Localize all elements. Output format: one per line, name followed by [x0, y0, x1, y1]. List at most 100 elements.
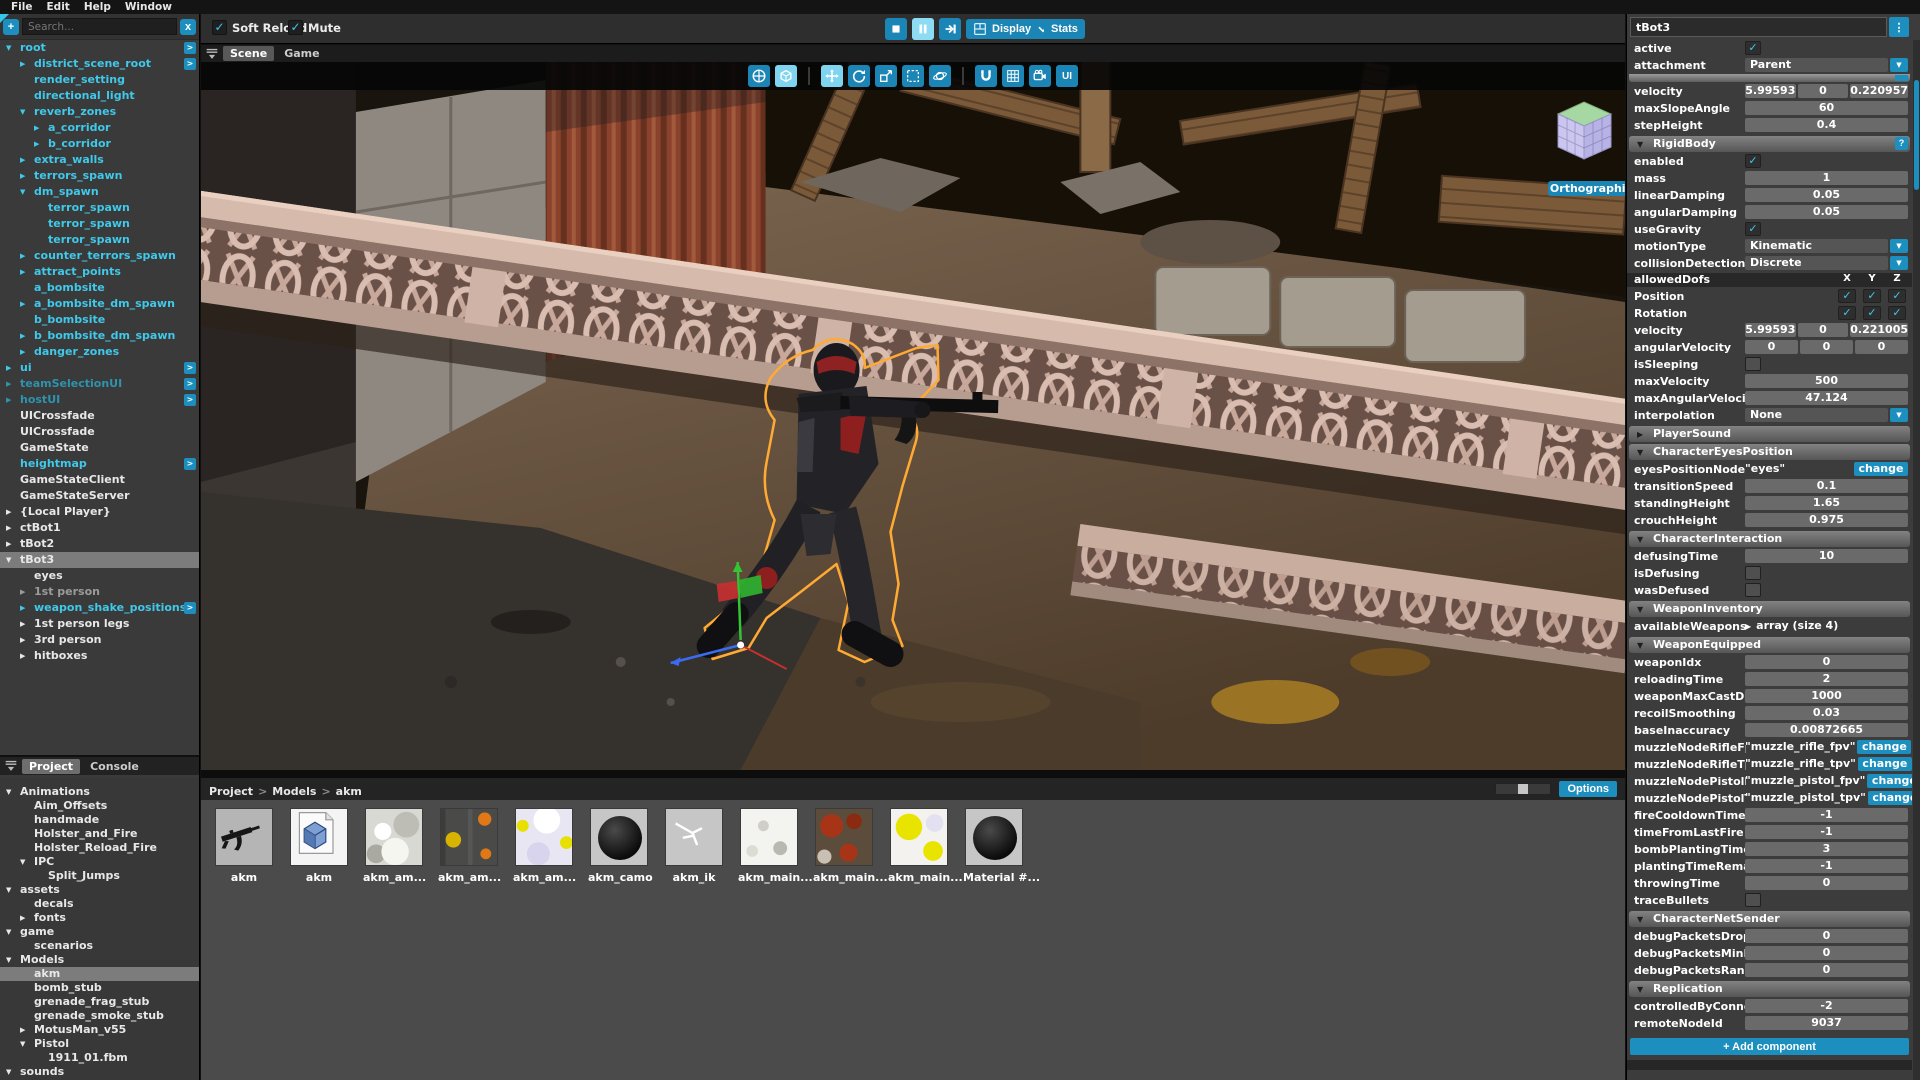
value-field[interactable]: -1	[1745, 825, 1908, 839]
asset-thumbnail[interactable]	[965, 808, 1023, 866]
vector-component-field[interactable]: 0	[1745, 340, 1798, 354]
scrolled-section-header[interactable]	[1629, 74, 1910, 82]
checkbox[interactable]: ✓	[1745, 154, 1761, 168]
menu-help[interactable]: Help	[77, 1, 118, 13]
tree-item-weapon-shake-positions[interactable]: ▶weapon_shake_positions>	[0, 600, 199, 616]
tree-item-root[interactable]: ▼root>	[0, 40, 199, 56]
expand-arrow-icon[interactable]: ▶	[34, 140, 46, 148]
tree-item-attract-points[interactable]: ▶attract_points	[0, 264, 199, 280]
tree-item-bomb-stub[interactable]: bomb_stub	[0, 981, 199, 995]
section-header-replication[interactable]: ▼Replication	[1629, 981, 1910, 997]
asset-thumbnail[interactable]	[290, 808, 348, 866]
expand-arrow-icon[interactable]: ▶	[20, 604, 32, 612]
tree-item-a-corridor[interactable]: ▶a_corridor	[0, 120, 199, 136]
tree-item-sounds[interactable]: ▼sounds	[0, 1065, 199, 1079]
tree-item-ctbot1[interactable]: ▶ctBot1	[0, 520, 199, 536]
axis-checkbox[interactable]: ✓	[1863, 306, 1881, 320]
section-header-characternetsender[interactable]: ▼CharacterNetSender	[1629, 911, 1910, 927]
step-forward-button[interactable]	[939, 18, 961, 40]
value-field[interactable]: 60	[1745, 101, 1908, 115]
add-component-button[interactable]: + Add component	[1630, 1038, 1909, 1055]
tree-item-uicrossfade[interactable]: UICrossfade	[0, 424, 199, 440]
array-value[interactable]: ▶array (size 4)	[1745, 619, 1908, 633]
link-badge[interactable]: >	[184, 602, 196, 614]
value-field[interactable]: 0.05	[1745, 205, 1908, 219]
slider-thumb[interactable]	[1518, 784, 1528, 794]
expand-arrow-icon[interactable]: ▶	[20, 252, 32, 260]
orbit-tool-button[interactable]	[929, 65, 951, 87]
tree-item-terror-spawn[interactable]: terror_spawn	[0, 216, 199, 232]
scale-tool-button[interactable]	[875, 65, 897, 87]
link-badge[interactable]: >	[184, 458, 196, 470]
tree-item-grenade-frag-stub[interactable]: grenade_frag_stub	[0, 995, 199, 1009]
value-field[interactable]: 0	[1745, 655, 1908, 669]
collapse-arrow-icon[interactable]: ▼	[6, 44, 18, 52]
tab-console[interactable]: Console	[83, 759, 146, 774]
grid-snap-button[interactable]	[1002, 65, 1024, 87]
change-button[interactable]: change	[1867, 774, 1912, 788]
expand-arrow-icon[interactable]: ▶	[6, 540, 18, 548]
breadcrumb-models[interactable]: Models	[272, 785, 316, 798]
local-space-button[interactable]	[775, 65, 797, 87]
dropdown-value[interactable]: Discrete	[1745, 256, 1888, 270]
asset-thumbnail[interactable]	[740, 808, 798, 866]
collapse-arrow-icon[interactable]: ▼	[20, 108, 32, 116]
tree-item-1st-person[interactable]: ▶1st person	[0, 584, 199, 600]
world-space-button[interactable]	[748, 65, 770, 87]
axis-checkbox[interactable]: ✓	[1838, 306, 1856, 320]
tree-item-animations[interactable]: ▼Animations	[0, 785, 199, 799]
menu-window[interactable]: Window	[118, 1, 179, 13]
menu-edit[interactable]: Edit	[40, 1, 77, 13]
scene-3d-view[interactable]	[201, 62, 1625, 770]
expand-arrow-icon[interactable]: ▶	[20, 300, 32, 308]
tree-item-a-bombsite[interactable]: a_bombsite	[0, 280, 199, 296]
value-field[interactable]: -1	[1745, 859, 1908, 873]
value-field[interactable]: 0.03	[1745, 706, 1908, 720]
expand-arrow-icon[interactable]: ▶	[34, 124, 46, 132]
value-field[interactable]: 47.124	[1745, 391, 1908, 405]
inspector-scrollbar[interactable]	[1913, 40, 1920, 1080]
node-name-field[interactable]	[1630, 17, 1887, 37]
link-badge[interactable]: >	[184, 42, 196, 54]
expand-arrow-icon[interactable]: ▶	[6, 524, 18, 532]
expand-arrow-icon[interactable]: ▶	[20, 172, 32, 180]
tree-item-dm-spawn[interactable]: ▼dm_spawn	[0, 184, 199, 200]
asset-item-akm[interactable]: akm	[213, 808, 275, 884]
camera-button[interactable]	[1029, 65, 1051, 87]
asset-thumbnail[interactable]	[890, 808, 948, 866]
viewport-3d[interactable]: UI Orthographic	[201, 62, 1625, 770]
expand-arrow-icon[interactable]: ▶	[20, 620, 32, 628]
section-header-playersound[interactable]: ▶PlayerSound	[1629, 426, 1910, 442]
value-field[interactable]: 0.975	[1745, 513, 1908, 527]
asset-thumbnail[interactable]	[515, 808, 573, 866]
tree-item-hitboxes[interactable]: ▶hitboxes	[0, 648, 199, 664]
tree-item-render-setting[interactable]: render_setting	[0, 72, 199, 88]
value-field[interactable]: -2	[1745, 999, 1908, 1013]
link-badge[interactable]: >	[184, 394, 196, 406]
vector-component-field[interactable]: 0.220957	[1850, 84, 1908, 98]
value-field[interactable]: 500	[1745, 374, 1908, 388]
section-header-characterinteraction[interactable]: ▼CharacterInteraction	[1629, 531, 1910, 547]
chevron-down-icon[interactable]: ▼	[1890, 239, 1908, 253]
value-field[interactable]: 0	[1745, 876, 1908, 890]
asset-item-akm-am[interactable]: akm_am...	[438, 808, 500, 884]
collapse-arrow-icon[interactable]: ▼	[6, 1068, 18, 1076]
asset-item-akm-am[interactable]: akm_am...	[363, 808, 425, 884]
dropdown-value[interactable]: None	[1745, 408, 1888, 422]
collapse-arrow-icon[interactable]: ▼	[6, 788, 18, 796]
tree-item-extra-walls[interactable]: ▶extra_walls	[0, 152, 199, 168]
tree-item-3rd-person[interactable]: ▶3rd person	[0, 632, 199, 648]
tree-item-ipc[interactable]: ▼IPC	[0, 855, 199, 869]
tree-item-danger-zones[interactable]: ▶danger_zones	[0, 344, 199, 360]
link-badge[interactable]: >	[184, 362, 196, 374]
asset-thumbnail[interactable]	[365, 808, 423, 866]
expand-arrow-icon[interactable]: ▶	[6, 508, 18, 516]
tree-item-split-jumps[interactable]: Split_Jumps	[0, 869, 199, 883]
expand-arrow-icon[interactable]: ▶	[20, 268, 32, 276]
change-button[interactable]: change	[1854, 462, 1908, 476]
tree-item-decals[interactable]: decals	[0, 897, 199, 911]
breadcrumb-akm[interactable]: akm	[336, 785, 362, 798]
options-button[interactable]: Options	[1559, 781, 1617, 797]
expand-arrow-icon[interactable]: ▶	[6, 396, 18, 404]
asset-thumbnail[interactable]	[440, 808, 498, 866]
